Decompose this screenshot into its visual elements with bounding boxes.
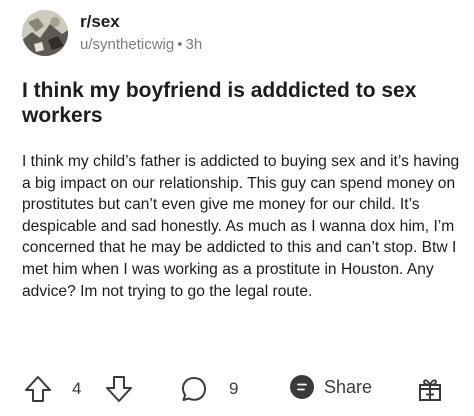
- subreddit-name[interactable]: r/sex: [80, 12, 202, 32]
- vote-count: 4: [72, 379, 82, 398]
- meta-separator: •: [177, 35, 183, 53]
- author-username[interactable]: u/syntheticwig: [80, 36, 174, 53]
- post-body: I think my child’s father is addicted to…: [22, 153, 460, 300]
- post-action-bar: 4 9 Share: [0, 373, 474, 405]
- share-icon: [290, 375, 314, 399]
- comment-count: 9: [229, 379, 239, 398]
- arrow-down-icon[interactable]: [103, 373, 135, 405]
- post-header: r/sex u/syntheticwig • 3h: [22, 10, 202, 56]
- share-button[interactable]: Share: [290, 375, 372, 399]
- post-title: I think my boyfriend is adddicted to sex…: [22, 79, 417, 127]
- comment-bubble-icon[interactable]: [178, 373, 210, 405]
- gift-award-icon[interactable]: [414, 373, 446, 405]
- share-label: Share: [324, 377, 373, 397]
- arrow-up-icon[interactable]: [22, 373, 54, 405]
- post-meta: r/sex u/syntheticwig • 3h: [80, 12, 202, 55]
- subreddit-avatar[interactable]: [22, 10, 68, 56]
- post-author-line: u/syntheticwig • 3h: [80, 35, 202, 55]
- post-age: 3h: [185, 35, 203, 53]
